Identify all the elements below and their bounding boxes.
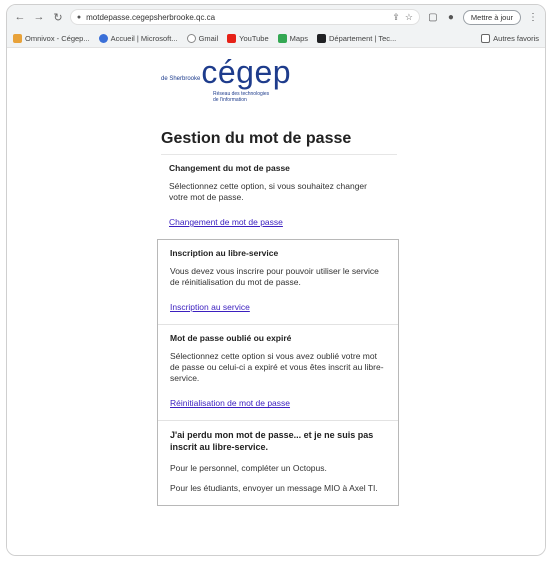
- browser-chrome: ← → ↻ ● motdepasse.cegepsherbrooke.qc.ca…: [7, 5, 545, 48]
- folder-icon: [481, 33, 491, 43]
- bookmark-maps[interactable]: Maps: [277, 33, 308, 43]
- bookmark-label: Gmail: [198, 33, 219, 43]
- omnivox-icon: [13, 33, 22, 43]
- other-bookmarks-label: Autres favoris: [493, 33, 539, 43]
- change-password-link[interactable]: Changement de mot de passe: [169, 217, 283, 227]
- bookmark-label: Accueil | Microsoft...: [110, 33, 178, 43]
- address-bar[interactable]: ● motdepasse.cegepsherbrooke.qc.ca ⇪ ☆: [69, 9, 420, 25]
- forward-icon[interactable]: →: [32, 10, 46, 24]
- reset-password-link[interactable]: Réinitialisation de mot de passe: [170, 398, 290, 408]
- main-content: de Sherbrooke cégep Réseau des technolog…: [157, 56, 399, 506]
- bookmark-label: Département | Tec...: [329, 33, 397, 43]
- page-viewport: de Sherbrooke cégep Réseau des technolog…: [7, 48, 545, 555]
- forgot-password-title: Mot de passe oublié ou expiré: [170, 333, 292, 344]
- bookmark-youtube[interactable]: YouTube: [227, 33, 269, 43]
- update-button[interactable]: Mettre à jour: [462, 9, 522, 25]
- sidebar-icon[interactable]: ▢: [427, 11, 439, 23]
- maps-icon: [277, 33, 287, 43]
- bookmark-label: YouTube: [239, 33, 269, 43]
- logo-row: de Sherbrooke cégep: [161, 56, 291, 88]
- back-icon[interactable]: ←: [13, 10, 27, 24]
- browser-toolbar: ← → ↻ ● motdepasse.cegepsherbrooke.qc.ca…: [7, 5, 545, 29]
- not-registered-section: J'ai perdu mon mot de passe... et je ne …: [158, 420, 398, 504]
- change-password-section: Changement du mot de passe Sélectionnez …: [157, 155, 399, 239]
- logo-tagline: Réseau des technologies de l'information: [213, 91, 270, 104]
- reload-icon[interactable]: ↻: [51, 10, 65, 24]
- bookmarks-bar: Omnivox - Cégep... Accueil | Microsoft..…: [7, 29, 545, 47]
- student-instructions: Pour les étudiants, envoyer un message M…: [170, 482, 378, 493]
- bookmark-label: Maps: [289, 33, 308, 43]
- bookmark-departement[interactable]: Département | Tec...: [317, 33, 397, 43]
- bookmark-omnivox[interactable]: Omnivox - Cégep...: [13, 33, 90, 43]
- bookmark-label: Omnivox - Cégep...: [25, 33, 90, 43]
- menu-icon[interactable]: ⋮: [527, 11, 539, 23]
- register-link[interactable]: Inscription au service: [170, 302, 250, 312]
- cegep-logo[interactable]: de Sherbrooke cégep Réseau des technolog…: [157, 56, 399, 128]
- logo-name: cégep: [201, 54, 292, 90]
- change-password-title: Changement du mot de passe: [169, 163, 290, 173]
- register-section: Inscription au libre-service Vous devez …: [158, 240, 398, 324]
- youtube-icon: [227, 33, 237, 43]
- share-icon[interactable]: ⇪: [392, 12, 400, 23]
- profile-icon[interactable]: ●: [445, 11, 457, 23]
- google-icon: [186, 33, 196, 43]
- page-title: Gestion du mot de passe: [161, 130, 397, 155]
- browser-window: ← → ↻ ● motdepasse.cegepsherbrooke.qc.ca…: [6, 4, 546, 556]
- microsoft-icon: [98, 33, 108, 43]
- change-password-text: Sélectionnez cette option, si vous souha…: [169, 181, 367, 203]
- other-bookmarks[interactable]: Autres favoris: [481, 33, 539, 43]
- staff-instructions: Pour le personnel, compléter un Octopus.: [170, 462, 327, 473]
- site-info-icon[interactable]: ●: [77, 14, 81, 21]
- bookmark-microsoft[interactable]: Accueil | Microsoft...: [98, 33, 178, 43]
- register-text: Vous devez vous inscrire pour pouvoir ut…: [170, 266, 379, 288]
- forgot-password-text: Sélectionnez cette option si vous avez o…: [170, 351, 384, 384]
- url-text: motdepasse.cegepsherbrooke.qc.ca: [86, 12, 216, 22]
- bookmark-gmail[interactable]: Gmail: [186, 33, 219, 43]
- self-service-box: Inscription au libre-service Vous devez …: [157, 239, 399, 506]
- forgot-password-section: Mot de passe oublié ou expiré Sélectionn…: [158, 324, 398, 420]
- logo-prefix: de Sherbrooke: [161, 76, 201, 82]
- bookmark-star-icon[interactable]: ☆: [405, 12, 413, 23]
- departement-icon: [317, 33, 326, 43]
- register-title: Inscription au libre-service: [170, 248, 279, 259]
- not-registered-title: J'ai perdu mon mot de passe... et je ne …: [170, 430, 374, 453]
